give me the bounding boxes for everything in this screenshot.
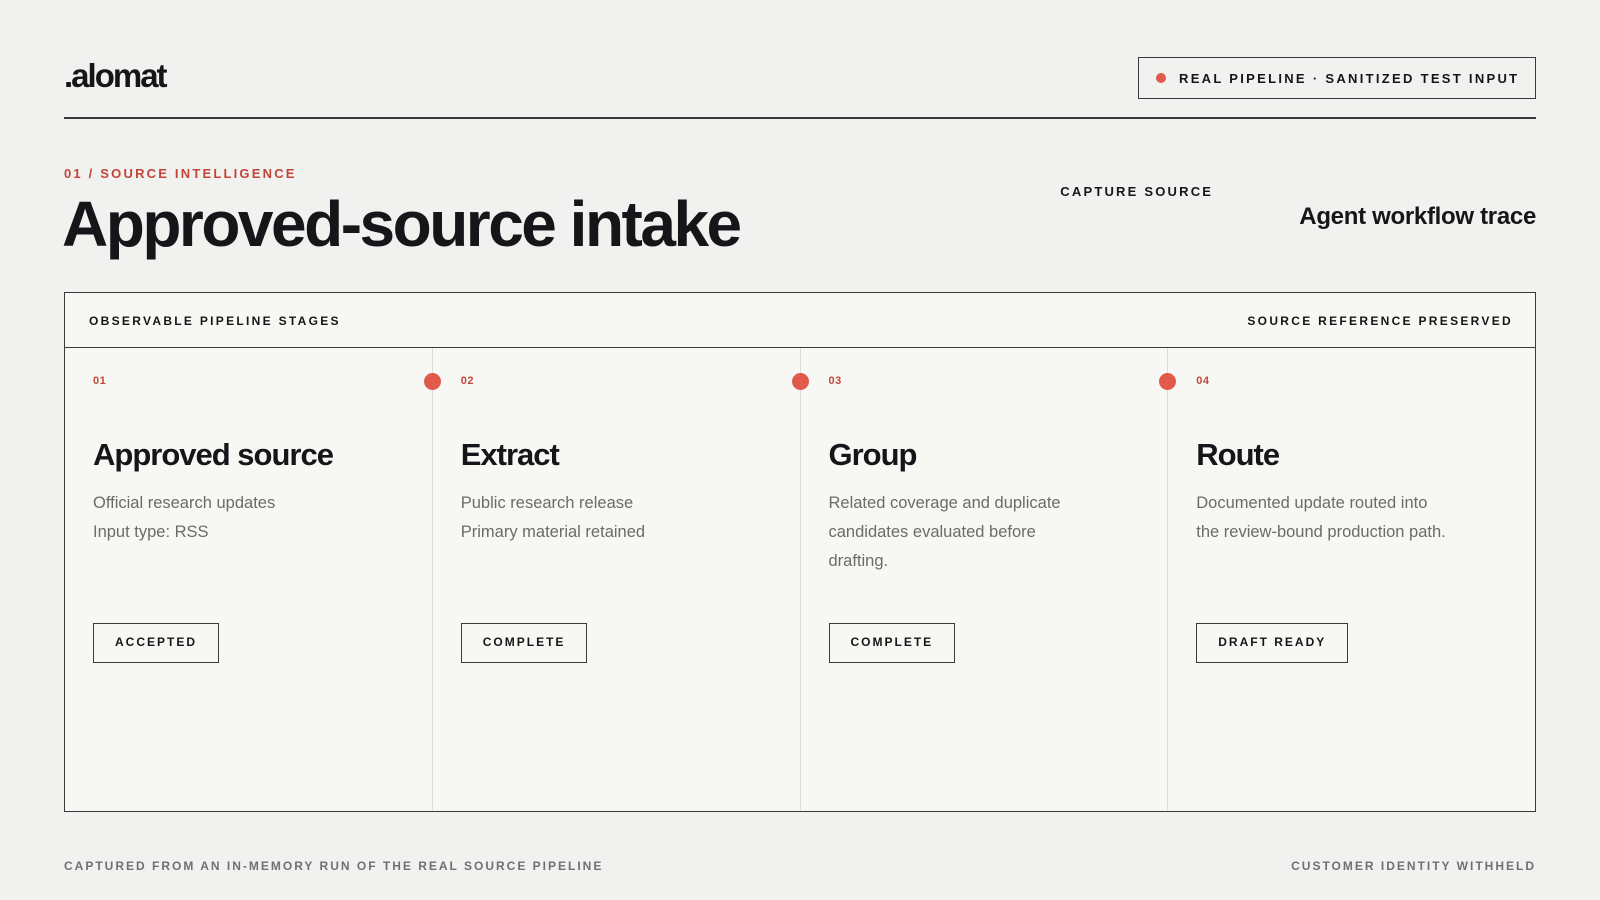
stage-description: Official research updates Input type: RS…	[93, 489, 404, 617]
status-badge-label: REAL PIPELINE · SANITIZED TEST INPUT	[1179, 70, 1520, 86]
stage-description-line: Documented update routed into	[1196, 494, 1428, 512]
stage-title: Approved source	[93, 437, 334, 472]
section-eyebrow: 01 / SOURCE INTELLIGENCE	[64, 166, 297, 181]
stage-title: Extract	[460, 437, 560, 472]
pipeline-stages-panel: OBSERVABLE PIPELINE STAGES SOURCE REFERE…	[64, 292, 1536, 812]
stage-description-line: candidates evaluated before	[828, 523, 1036, 541]
stage-connector-dot-icon	[791, 373, 809, 390]
capture-source-value: Agent workflow trace	[1299, 203, 1536, 230]
stage-description-line: Input type: RSS	[93, 523, 209, 541]
stage-title: Route	[1196, 437, 1280, 472]
status-dot-icon	[1156, 73, 1166, 83]
stage-number: 03	[828, 375, 842, 387]
stage-number: 01	[93, 375, 107, 387]
stage-description-line: Official research updates	[93, 494, 276, 512]
stage-status-badge: COMPLETE	[828, 623, 956, 663]
header-divider	[64, 117, 1536, 119]
stage-title: Group	[828, 437, 918, 472]
stage-description: Documented update routed into the review…	[1196, 489, 1507, 617]
stage-description-line: drafting.	[828, 552, 889, 570]
stage-description-line: Primary material retained	[460, 523, 646, 541]
footer-capture-note: CAPTURED FROM AN IN-MEMORY RUN OF THE RE…	[64, 859, 604, 873]
stage-card-group: 03 Group Related coverage and duplicate …	[791, 348, 1168, 811]
stage-card-approved-source: 01 Approved source Official research upd…	[65, 348, 432, 811]
stage-card-extract: 02 Extract Public research release Prima…	[423, 348, 800, 811]
stage-status-badge: ACCEPTED	[93, 623, 220, 663]
stage-number: 02	[460, 375, 474, 387]
stage-connector-dot-icon	[1159, 373, 1177, 390]
stage-status-badge: DRAFT READY	[1196, 623, 1349, 663]
stage-description: Public research release Primary material…	[461, 489, 772, 617]
stage-description-line: Public research release	[460, 494, 634, 512]
panel-header: OBSERVABLE PIPELINE STAGES SOURCE REFERE…	[65, 293, 1535, 348]
footer-privacy-note: CUSTOMER IDENTITY WITHHELD	[1291, 859, 1536, 873]
stage-status-badge: COMPLETE	[460, 623, 588, 663]
stage-connector-dot-icon	[423, 373, 441, 390]
stage-list: 01 Approved source Official research upd…	[65, 348, 1535, 811]
stage-description-line: the review-bound production path.	[1196, 523, 1446, 541]
pipeline-status-badge: REAL PIPELINE · SANITIZED TEST INPUT	[1138, 57, 1536, 99]
capture-source-label: CAPTURE SOURCE	[1060, 184, 1214, 199]
stage-description: Related coverage and duplicate candidate…	[829, 489, 1140, 617]
stage-card-route: 04 Route Documented update routed into t…	[1159, 348, 1535, 811]
stage-description-line: Related coverage and duplicate	[828, 494, 1061, 512]
brand-logo: .alomat	[64, 57, 168, 94]
stage-number: 04	[1196, 375, 1210, 387]
capture-source-block: CAPTURE SOURCE Agent workflow trace	[1060, 184, 1536, 231]
panel-header-note: SOURCE REFERENCE PRESERVED	[1247, 314, 1513, 328]
panel-header-title: OBSERVABLE PIPELINE STAGES	[89, 314, 341, 328]
page-title: Approved-source intake	[62, 188, 742, 260]
